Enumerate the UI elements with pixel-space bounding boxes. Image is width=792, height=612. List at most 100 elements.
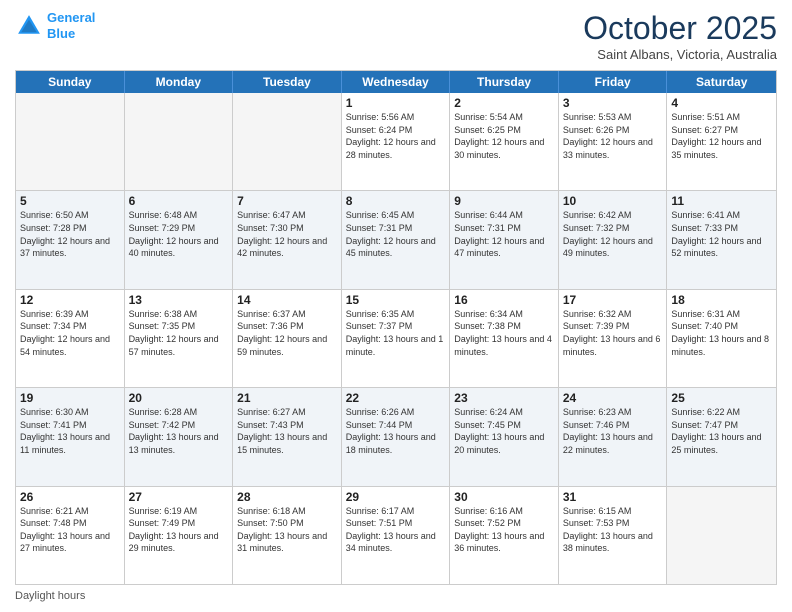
- day-number: 31: [563, 490, 663, 504]
- day-number: 14: [237, 293, 337, 307]
- logo-icon: [15, 12, 43, 40]
- day-number: 4: [671, 96, 772, 110]
- day-number: 6: [129, 194, 229, 208]
- day-cell-6: 6Sunrise: 6:48 AM Sunset: 7:29 PM Daylig…: [125, 191, 234, 288]
- week-row-1: 1Sunrise: 5:56 AM Sunset: 6:24 PM Daylig…: [16, 93, 776, 190]
- day-info: Sunrise: 6:24 AM Sunset: 7:45 PM Dayligh…: [454, 406, 554, 456]
- day-number: 13: [129, 293, 229, 307]
- day-number: 17: [563, 293, 663, 307]
- day-info: Sunrise: 5:53 AM Sunset: 6:26 PM Dayligh…: [563, 111, 663, 161]
- day-info: Sunrise: 6:35 AM Sunset: 7:37 PM Dayligh…: [346, 308, 446, 358]
- day-cell-3: 3Sunrise: 5:53 AM Sunset: 6:26 PM Daylig…: [559, 93, 668, 190]
- day-header-tuesday: Tuesday: [233, 71, 342, 93]
- day-number: 26: [20, 490, 120, 504]
- day-cell-12: 12Sunrise: 6:39 AM Sunset: 7:34 PM Dayli…: [16, 290, 125, 387]
- day-cell-5: 5Sunrise: 6:50 AM Sunset: 7:28 PM Daylig…: [16, 191, 125, 288]
- day-number: 7: [237, 194, 337, 208]
- day-info: Sunrise: 6:47 AM Sunset: 7:30 PM Dayligh…: [237, 209, 337, 259]
- logo-text: General Blue: [47, 10, 95, 41]
- day-info: Sunrise: 6:34 AM Sunset: 7:38 PM Dayligh…: [454, 308, 554, 358]
- day-number: 18: [671, 293, 772, 307]
- logo: General Blue: [15, 10, 95, 41]
- day-number: 9: [454, 194, 554, 208]
- day-cell-19: 19Sunrise: 6:30 AM Sunset: 7:41 PM Dayli…: [16, 388, 125, 485]
- day-number: 8: [346, 194, 446, 208]
- day-number: 20: [129, 391, 229, 405]
- day-cell-30: 30Sunrise: 6:16 AM Sunset: 7:52 PM Dayli…: [450, 487, 559, 584]
- day-info: Sunrise: 6:19 AM Sunset: 7:49 PM Dayligh…: [129, 505, 229, 555]
- day-number: 22: [346, 391, 446, 405]
- day-info: Sunrise: 6:18 AM Sunset: 7:50 PM Dayligh…: [237, 505, 337, 555]
- day-header-sunday: Sunday: [16, 71, 125, 93]
- day-cell-9: 9Sunrise: 6:44 AM Sunset: 7:31 PM Daylig…: [450, 191, 559, 288]
- day-header-monday: Monday: [125, 71, 234, 93]
- day-info: Sunrise: 6:27 AM Sunset: 7:43 PM Dayligh…: [237, 406, 337, 456]
- week-row-3: 12Sunrise: 6:39 AM Sunset: 7:34 PM Dayli…: [16, 289, 776, 387]
- day-header-saturday: Saturday: [667, 71, 776, 93]
- day-cell-empty: [667, 487, 776, 584]
- calendar: SundayMondayTuesdayWednesdayThursdayFrid…: [15, 70, 777, 585]
- day-cell-4: 4Sunrise: 5:51 AM Sunset: 6:27 PM Daylig…: [667, 93, 776, 190]
- day-info: Sunrise: 6:42 AM Sunset: 7:32 PM Dayligh…: [563, 209, 663, 259]
- day-info: Sunrise: 6:17 AM Sunset: 7:51 PM Dayligh…: [346, 505, 446, 555]
- day-cell-13: 13Sunrise: 6:38 AM Sunset: 7:35 PM Dayli…: [125, 290, 234, 387]
- day-info: Sunrise: 6:15 AM Sunset: 7:53 PM Dayligh…: [563, 505, 663, 555]
- day-number: 10: [563, 194, 663, 208]
- day-cell-24: 24Sunrise: 6:23 AM Sunset: 7:46 PM Dayli…: [559, 388, 668, 485]
- day-number: 24: [563, 391, 663, 405]
- day-cell-17: 17Sunrise: 6:32 AM Sunset: 7:39 PM Dayli…: [559, 290, 668, 387]
- footer: Daylight hours: [15, 590, 777, 602]
- day-number: 2: [454, 96, 554, 110]
- day-info: Sunrise: 6:30 AM Sunset: 7:41 PM Dayligh…: [20, 406, 120, 456]
- day-info: Sunrise: 6:37 AM Sunset: 7:36 PM Dayligh…: [237, 308, 337, 358]
- title-block: October 2025 Saint Albans, Victoria, Aus…: [583, 10, 777, 62]
- day-cell-8: 8Sunrise: 6:45 AM Sunset: 7:31 PM Daylig…: [342, 191, 451, 288]
- day-cell-22: 22Sunrise: 6:26 AM Sunset: 7:44 PM Dayli…: [342, 388, 451, 485]
- day-number: 5: [20, 194, 120, 208]
- day-header-wednesday: Wednesday: [342, 71, 451, 93]
- day-cell-7: 7Sunrise: 6:47 AM Sunset: 7:30 PM Daylig…: [233, 191, 342, 288]
- day-cell-26: 26Sunrise: 6:21 AM Sunset: 7:48 PM Dayli…: [16, 487, 125, 584]
- logo-general: General: [47, 10, 95, 25]
- day-number: 12: [20, 293, 120, 307]
- day-cell-10: 10Sunrise: 6:42 AM Sunset: 7:32 PM Dayli…: [559, 191, 668, 288]
- day-info: Sunrise: 6:41 AM Sunset: 7:33 PM Dayligh…: [671, 209, 772, 259]
- day-number: 30: [454, 490, 554, 504]
- day-info: Sunrise: 5:51 AM Sunset: 6:27 PM Dayligh…: [671, 111, 772, 161]
- day-cell-31: 31Sunrise: 6:15 AM Sunset: 7:53 PM Dayli…: [559, 487, 668, 584]
- week-row-5: 26Sunrise: 6:21 AM Sunset: 7:48 PM Dayli…: [16, 486, 776, 584]
- day-info: Sunrise: 6:48 AM Sunset: 7:29 PM Dayligh…: [129, 209, 229, 259]
- day-info: Sunrise: 6:38 AM Sunset: 7:35 PM Dayligh…: [129, 308, 229, 358]
- day-cell-27: 27Sunrise: 6:19 AM Sunset: 7:49 PM Dayli…: [125, 487, 234, 584]
- day-cell-16: 16Sunrise: 6:34 AM Sunset: 7:38 PM Dayli…: [450, 290, 559, 387]
- day-cell-2: 2Sunrise: 5:54 AM Sunset: 6:25 PM Daylig…: [450, 93, 559, 190]
- day-info: Sunrise: 5:54 AM Sunset: 6:25 PM Dayligh…: [454, 111, 554, 161]
- day-info: Sunrise: 6:44 AM Sunset: 7:31 PM Dayligh…: [454, 209, 554, 259]
- day-number: 21: [237, 391, 337, 405]
- day-cell-23: 23Sunrise: 6:24 AM Sunset: 7:45 PM Dayli…: [450, 388, 559, 485]
- day-header-friday: Friday: [559, 71, 668, 93]
- day-number: 28: [237, 490, 337, 504]
- day-number: 29: [346, 490, 446, 504]
- header: General Blue October 2025 Saint Albans, …: [15, 10, 777, 62]
- daylight-label: Daylight hours: [15, 590, 85, 602]
- day-cell-28: 28Sunrise: 6:18 AM Sunset: 7:50 PM Dayli…: [233, 487, 342, 584]
- day-headers: SundayMondayTuesdayWednesdayThursdayFrid…: [16, 71, 776, 93]
- day-cell-11: 11Sunrise: 6:41 AM Sunset: 7:33 PM Dayli…: [667, 191, 776, 288]
- day-info: Sunrise: 6:16 AM Sunset: 7:52 PM Dayligh…: [454, 505, 554, 555]
- day-number: 27: [129, 490, 229, 504]
- day-number: 1: [346, 96, 446, 110]
- location: Saint Albans, Victoria, Australia: [583, 47, 777, 62]
- day-info: Sunrise: 6:32 AM Sunset: 7:39 PM Dayligh…: [563, 308, 663, 358]
- day-info: Sunrise: 6:26 AM Sunset: 7:44 PM Dayligh…: [346, 406, 446, 456]
- day-number: 25: [671, 391, 772, 405]
- week-row-2: 5Sunrise: 6:50 AM Sunset: 7:28 PM Daylig…: [16, 190, 776, 288]
- day-number: 15: [346, 293, 446, 307]
- page: General Blue October 2025 Saint Albans, …: [0, 0, 792, 612]
- day-cell-14: 14Sunrise: 6:37 AM Sunset: 7:36 PM Dayli…: [233, 290, 342, 387]
- day-cell-18: 18Sunrise: 6:31 AM Sunset: 7:40 PM Dayli…: [667, 290, 776, 387]
- day-number: 23: [454, 391, 554, 405]
- day-info: Sunrise: 6:22 AM Sunset: 7:47 PM Dayligh…: [671, 406, 772, 456]
- day-info: Sunrise: 6:28 AM Sunset: 7:42 PM Dayligh…: [129, 406, 229, 456]
- day-info: Sunrise: 6:45 AM Sunset: 7:31 PM Dayligh…: [346, 209, 446, 259]
